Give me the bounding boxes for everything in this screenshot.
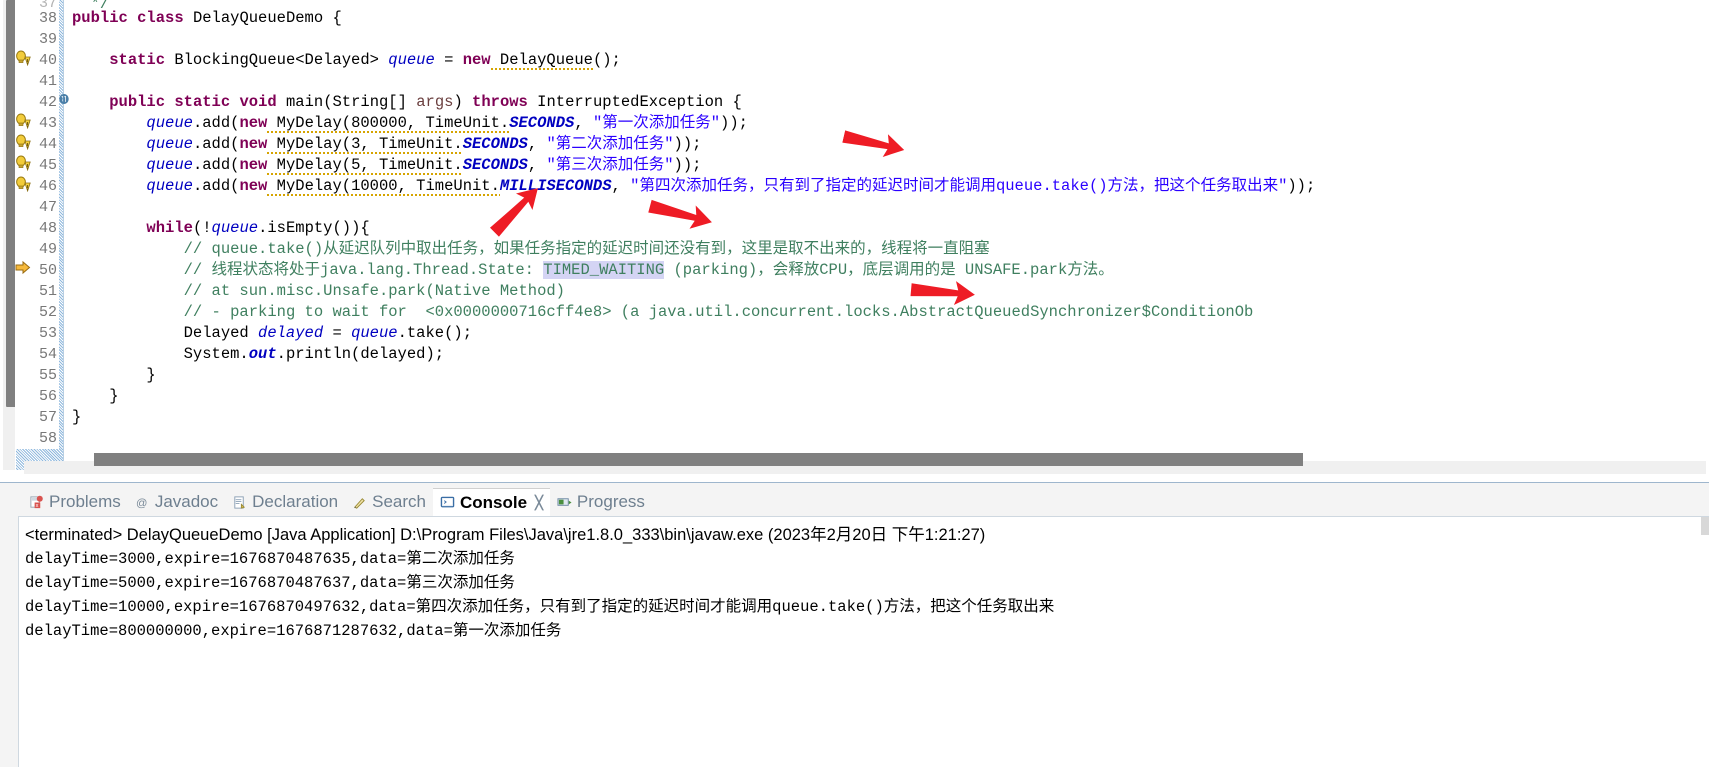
line-number-49: 49 <box>15 239 59 260</box>
code-line-41[interactable] <box>66 71 1709 92</box>
javadoc-icon: @ <box>135 495 150 510</box>
code-line-49[interactable]: // queue.take()从延迟队列中取出任务，如果任务指定的延迟时间还没有… <box>66 239 1709 260</box>
console-launch-header: <terminated> DelayQueueDemo [Java Applic… <box>25 526 986 544</box>
tab-label: Declaration <box>252 492 339 511</box>
code-line-44[interactable]: queue.add(new MyDelay(3, TimeUnit.SECOND… <box>66 134 1709 155</box>
warning-marker-icon[interactable] <box>15 50 31 67</box>
code-line-38[interactable]: public class DelayQueueDemo { <box>66 8 1709 29</box>
line-number-40: 40 <box>15 50 59 71</box>
warning-marker-icon[interactable] <box>15 134 31 151</box>
tab-console[interactable]: Console ╳ <box>433 488 550 516</box>
editor-horizontal-scrollbar-track[interactable] <box>24 453 1706 474</box>
line-number-38: 38 <box>15 8 59 29</box>
bottom-view-panel: x Problems @ Javadoc Declaration Search Consol… <box>0 482 1709 767</box>
console-output-line: delayTime=10000,expire=1676870497632,dat… <box>25 598 1055 616</box>
search-icon <box>352 495 367 510</box>
tab-label: Progress <box>576 492 645 511</box>
line-number-41: 41 <box>15 71 59 92</box>
code-line-45[interactable]: queue.add(new MyDelay(5, TimeUnit.SECOND… <box>66 155 1709 176</box>
editor-vertical-scrollbar-track[interactable] <box>3 0 18 470</box>
warning-marker-icon[interactable] <box>15 176 31 193</box>
line-number-54: 54 <box>15 344 59 365</box>
eclipse-ide-window: 373839404142⓫434445464748495051525354555… <box>0 0 1709 767</box>
console-output-line: delayTime=5000,expire=1676870487637,data… <box>25 574 515 592</box>
line-number-43: 43 <box>15 113 59 134</box>
code-line-42[interactable]: public static void main(String[] args) t… <box>66 92 1709 113</box>
tab-label: Search <box>372 492 427 511</box>
editor-line-number-ruler: 373839404142⓫434445464748495051525354555… <box>15 0 69 470</box>
code-line-partial: */ <box>66 0 1709 8</box>
line-number-42: 42 ⓫ <box>15 92 69 113</box>
line-number-45: 45 <box>15 155 59 176</box>
tab-label: Javadoc <box>154 492 219 511</box>
progress-icon <box>557 495 572 510</box>
code-line-57[interactable]: } <box>66 407 1709 428</box>
line-number-50: 50 <box>15 260 59 281</box>
code-line-40[interactable]: static BlockingQueue<Delayed> queue = ne… <box>66 50 1709 71</box>
console-view[interactable]: <terminated> DelayQueueDemo [Java Applic… <box>18 516 1709 767</box>
console-scrollbar[interactable] <box>1701 517 1709 535</box>
code-line-53[interactable]: Delayed delayed = queue.take(); <box>66 323 1709 344</box>
tab-declaration[interactable]: Declaration <box>225 488 345 516</box>
svg-text:x: x <box>36 503 39 509</box>
code-line-51[interactable]: // at sun.misc.Unsafe.park(Native Method… <box>66 281 1709 302</box>
jump-arrow-marker-icon[interactable] <box>15 260 31 276</box>
line-number-56: 56 <box>15 386 59 407</box>
tab-search[interactable]: Search <box>345 488 433 516</box>
line-number-53: 53 <box>15 323 59 344</box>
code-line-55[interactable]: } <box>66 365 1709 386</box>
code-line-54[interactable]: System.out.println(delayed); <box>66 344 1709 365</box>
console-output: delayTime=3000,expire=1676870487635,data… <box>19 547 1709 643</box>
line-number-58: 58 <box>15 428 59 449</box>
svg-text:@: @ <box>136 497 147 509</box>
line-number-44: 44 <box>15 134 59 155</box>
line-number-51: 51 <box>15 281 59 302</box>
panel-divider <box>0 482 1709 483</box>
line-number-55: 55 <box>15 365 59 386</box>
declaration-icon <box>232 495 247 510</box>
line-number-57: 57 <box>15 407 59 428</box>
editor-horizontal-scrollbar-thumb[interactable] <box>94 453 1303 466</box>
code-line-50[interactable]: // 线程状态将处于java.lang.Thread.State: TIMED_… <box>66 260 1709 281</box>
editor-code-area[interactable]: */public class DelayQueueDemo { static B… <box>66 0 1709 470</box>
problems-icon: x <box>29 495 44 510</box>
line-number-partial: 37 <box>15 0 59 8</box>
code-line-39[interactable] <box>66 29 1709 50</box>
tab-label: Console <box>460 492 528 512</box>
code-line-47[interactable] <box>66 197 1709 218</box>
code-editor[interactable]: 373839404142⓫434445464748495051525354555… <box>0 0 1709 482</box>
tab-label: Problems <box>49 492 121 511</box>
tab-problems[interactable]: x Problems <box>22 488 128 516</box>
code-line-52[interactable]: // - parking to wait for <0x0000000716cf… <box>66 302 1709 323</box>
line-number-47: 47 <box>15 197 59 218</box>
console-output-line: delayTime=3000,expire=1676870487635,data… <box>25 550 515 568</box>
console-icon <box>440 495 455 510</box>
console-output-line: delayTime=800000000,expire=1676871287632… <box>25 622 562 640</box>
close-icon[interactable]: ╳ <box>535 495 543 511</box>
code-line-48[interactable]: while(!queue.isEmpty()){ <box>66 218 1709 239</box>
line-number-46: 46 <box>15 176 59 197</box>
code-line-43[interactable]: queue.add(new MyDelay(800000, TimeUnit.S… <box>66 113 1709 134</box>
line-number-52: 52 <box>15 302 59 323</box>
warning-marker-icon[interactable] <box>15 113 31 130</box>
line-number-48: 48 <box>15 218 59 239</box>
code-line-58[interactable] <box>66 428 1709 449</box>
tab-progress[interactable]: Progress <box>550 488 652 516</box>
code-line-56[interactable]: } <box>66 386 1709 407</box>
tab-javadoc[interactable]: @ Javadoc <box>128 488 225 516</box>
line-number-39: 39 <box>15 29 59 50</box>
warning-marker-icon[interactable] <box>15 155 31 172</box>
code-line-46[interactable]: queue.add(new MyDelay(10000, TimeUnit.MI… <box>66 176 1709 197</box>
view-tab-bar[interactable]: x Problems @ Javadoc Declaration Search Consol… <box>0 484 1709 516</box>
